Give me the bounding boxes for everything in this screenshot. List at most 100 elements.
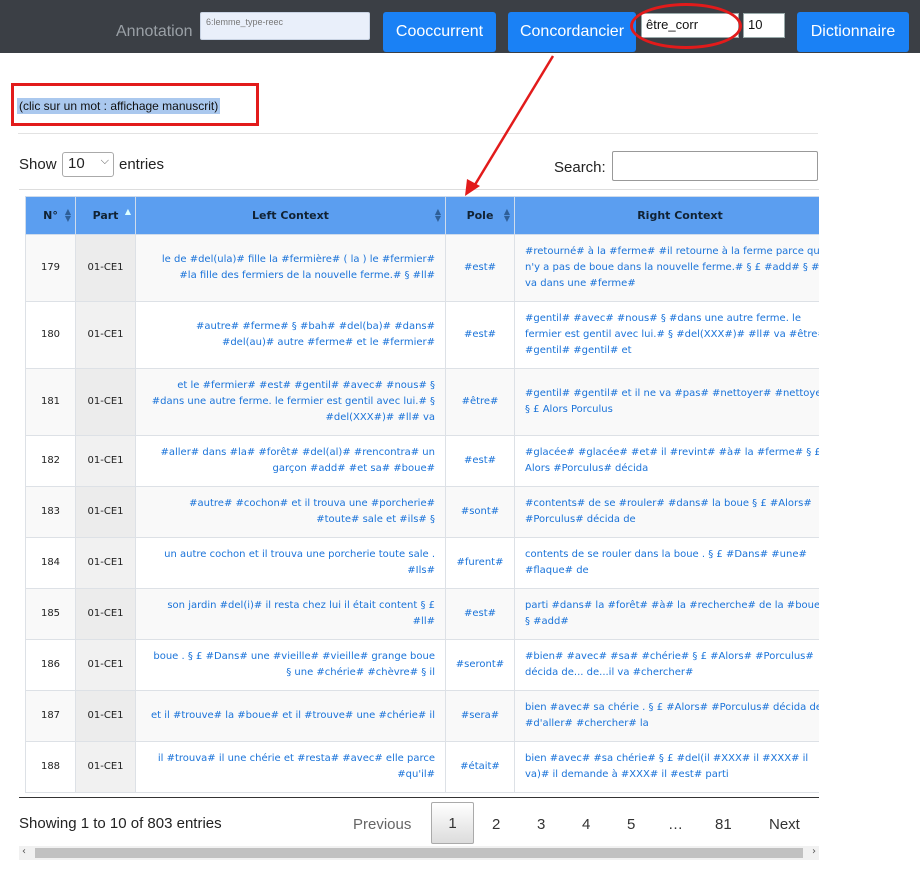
pole-word[interactable]: #furent#	[445, 537, 515, 589]
sort-icon: ▲ ▼	[503, 207, 510, 223]
right-context[interactable]: #contents# de se #rouler# #dans# la boue…	[514, 486, 819, 538]
row-number: 187	[25, 690, 76, 742]
row-part: 01-CE1	[75, 690, 136, 742]
row-part: 01-CE1	[75, 234, 136, 302]
row-number: 186	[25, 639, 76, 691]
sort-ascending-icon: ▲	[124, 207, 131, 216]
row-part: 01-CE1	[75, 537, 136, 589]
left-context[interactable]: #autre# #cochon# et il trouva une #porch…	[135, 486, 446, 538]
left-context[interactable]: le de #del(ula)# fille la #fermière# ( l…	[135, 234, 446, 302]
sort-icon: ▲ ▼	[64, 207, 71, 223]
pole-word[interactable]: #sera#	[445, 690, 515, 742]
row-part: 01-CE1	[75, 486, 136, 538]
search-label: Search:	[554, 159, 606, 176]
pole-word[interactable]: #sont#	[445, 486, 515, 538]
left-context[interactable]: et le #fermier# #est# #gentil# #avec# #n…	[135, 368, 446, 436]
table-row: 185 01-CE1 son jardin #del(i)# il resta …	[25, 588, 819, 640]
pagination-page-3[interactable]: 3	[537, 816, 545, 833]
left-context[interactable]: son jardin #del(i)# il resta chez lui il…	[135, 588, 446, 640]
annotation-select[interactable]: 6:lemme_type-reec	[200, 12, 370, 40]
left-context[interactable]: boue . § £ #Dans# une #vieille# #vieille…	[135, 639, 446, 691]
right-context[interactable]: parti #dans# la #forêt# #à# la #recherch…	[514, 588, 819, 640]
right-context[interactable]: contents de se rouler dans la boue . § £…	[514, 537, 819, 589]
pole-highlight-ellipse	[630, 3, 742, 49]
pole-word[interactable]: #est#	[445, 301, 515, 369]
table-info: Showing 1 to 10 of 803 entries	[19, 815, 222, 832]
concordance-table: N° ▲ ▼ Part ▲ Left Context ▲ ▼ Pole ▲ ▼ Right C…	[25, 196, 819, 793]
left-context[interactable]: #aller# dans #la# #forêt# #del(al)# #ren…	[135, 435, 446, 487]
pole-word[interactable]: #était#	[445, 741, 515, 793]
right-context[interactable]: bien #avec# #sa chérie# § £ #del(il #XXX…	[514, 741, 819, 793]
pagination-page-81[interactable]: 81	[715, 816, 732, 833]
column-header-part[interactable]: Part ▲	[75, 196, 136, 235]
search-input[interactable]	[612, 151, 818, 181]
row-number: 181	[25, 368, 76, 436]
pole-word[interactable]: #est#	[445, 435, 515, 487]
table-row: 187 01-CE1 et il #trouve# la #boue# et i…	[25, 690, 819, 742]
left-context[interactable]: #autre# #ferme# § #bah# #del(ba)# #dans#…	[135, 301, 446, 369]
column-header-pole[interactable]: Pole ▲ ▼	[445, 196, 515, 235]
right-context[interactable]: #gentil# #avec# #nous# § #dans une autre…	[514, 301, 819, 369]
row-part: 01-CE1	[75, 435, 136, 487]
row-number: 180	[25, 301, 76, 369]
table-row: 186 01-CE1 boue . § £ #Dans# une #vieill…	[25, 639, 819, 691]
concordancier-button[interactable]: Concordancier	[508, 12, 636, 52]
pagination-ellipsis: …	[668, 816, 683, 833]
table-row: 182 01-CE1 #aller# dans #la# #forêt# #de…	[25, 435, 819, 487]
pagination-page-1[interactable]: 1	[431, 802, 474, 844]
row-number: 185	[25, 588, 76, 640]
row-number: 188	[25, 741, 76, 793]
horizontal-scrollbar[interactable]: ‹ ›	[19, 846, 819, 860]
chevron-down-icon: ⌵	[100, 155, 109, 167]
pole-word[interactable]: #être#	[445, 368, 515, 436]
entries-length-select[interactable]: 10 ⌵	[62, 152, 114, 177]
row-number: 182	[25, 435, 76, 487]
pole-word[interactable]: #seront#	[445, 639, 515, 691]
entries-label: entries	[119, 156, 165, 173]
hint-text: (clic sur un mot : affichage manuscrit)	[17, 98, 221, 114]
sort-icon: ▲ ▼	[434, 207, 441, 223]
pagination-page-4[interactable]: 4	[582, 816, 590, 833]
pole-word[interactable]: #est#	[445, 234, 515, 302]
scroll-right-icon[interactable]: ›	[812, 846, 816, 857]
show-label: Show	[19, 156, 57, 173]
pagination-previous[interactable]: Previous	[353, 816, 411, 833]
entries-length-value: 10	[68, 155, 85, 172]
table-header-row: N° ▲ ▼ Part ▲ Left Context ▲ ▼ Pole ▲ ▼ Right C…	[25, 196, 819, 235]
right-context[interactable]: #gentil# #gentil# et il ne va #pas# #net…	[514, 368, 819, 436]
table-row: 184 01-CE1 un autre cochon et il trouva …	[25, 537, 819, 589]
row-part: 01-CE1	[75, 639, 136, 691]
left-context[interactable]: un autre cochon et il trouva une porcher…	[135, 537, 446, 589]
right-context[interactable]: #retourné# à la #ferme# #il retourne à l…	[514, 234, 819, 302]
annotation-label: Annotation	[116, 23, 193, 40]
arrow-shaft	[471, 55, 555, 189]
scrollbar-thumb[interactable]	[35, 848, 803, 858]
cooccurrent-button[interactable]: Cooccurrent	[383, 12, 496, 52]
context-size-input[interactable]: 10	[743, 13, 785, 38]
pagination-next[interactable]: Next	[769, 816, 800, 833]
row-number: 183	[25, 486, 76, 538]
divider	[18, 133, 818, 134]
pagination-page-5[interactable]: 5	[627, 816, 635, 833]
right-context[interactable]: bien #avec# sa chérie . § £ #Alors# #Por…	[514, 690, 819, 742]
table-row: 179 01-CE1 le de #del(ula)# fille la #fe…	[25, 234, 819, 302]
right-context[interactable]: #glacée# #glacée# #et# il #revint# #à# l…	[514, 435, 819, 487]
pagination-page-2[interactable]: 2	[492, 816, 500, 833]
right-context[interactable]: #bien# #avec# #sa# #chérie# § £ #Alors# …	[514, 639, 819, 691]
table-row: 188 01-CE1 il #trouva# il une chérie et …	[25, 741, 819, 793]
column-header-left-context[interactable]: Left Context ▲ ▼	[135, 196, 446, 235]
table-row: 183 01-CE1 #autre# #cochon# et il trouva…	[25, 486, 819, 538]
left-context[interactable]: il #trouva# il une chérie et #resta# #av…	[135, 741, 446, 793]
concordance-table-container: N° ▲ ▼ Part ▲ Left Context ▲ ▼ Pole ▲ ▼ Right C…	[19, 189, 819, 798]
table-row: 180 01-CE1 #autre# #ferme# § #bah# #del(…	[25, 301, 819, 369]
scroll-left-icon[interactable]: ‹	[22, 846, 26, 857]
column-header-number[interactable]: N° ▲ ▼	[25, 196, 76, 235]
table-bottom-border	[19, 797, 819, 798]
dictionnaire-button[interactable]: Dictionnaire	[797, 12, 909, 52]
left-context[interactable]: et il #trouve# la #boue# et il #trouve# …	[135, 690, 446, 742]
row-number: 184	[25, 537, 76, 589]
pole-word[interactable]: #est#	[445, 588, 515, 640]
column-header-right-context[interactable]: Right Context▲▼	[514, 196, 819, 235]
table-row: 181 01-CE1 et le #fermier# #est# #gentil…	[25, 368, 819, 436]
top-toolbar: Annotation 6:lemme_type-reec Cooccurrent…	[0, 0, 920, 53]
